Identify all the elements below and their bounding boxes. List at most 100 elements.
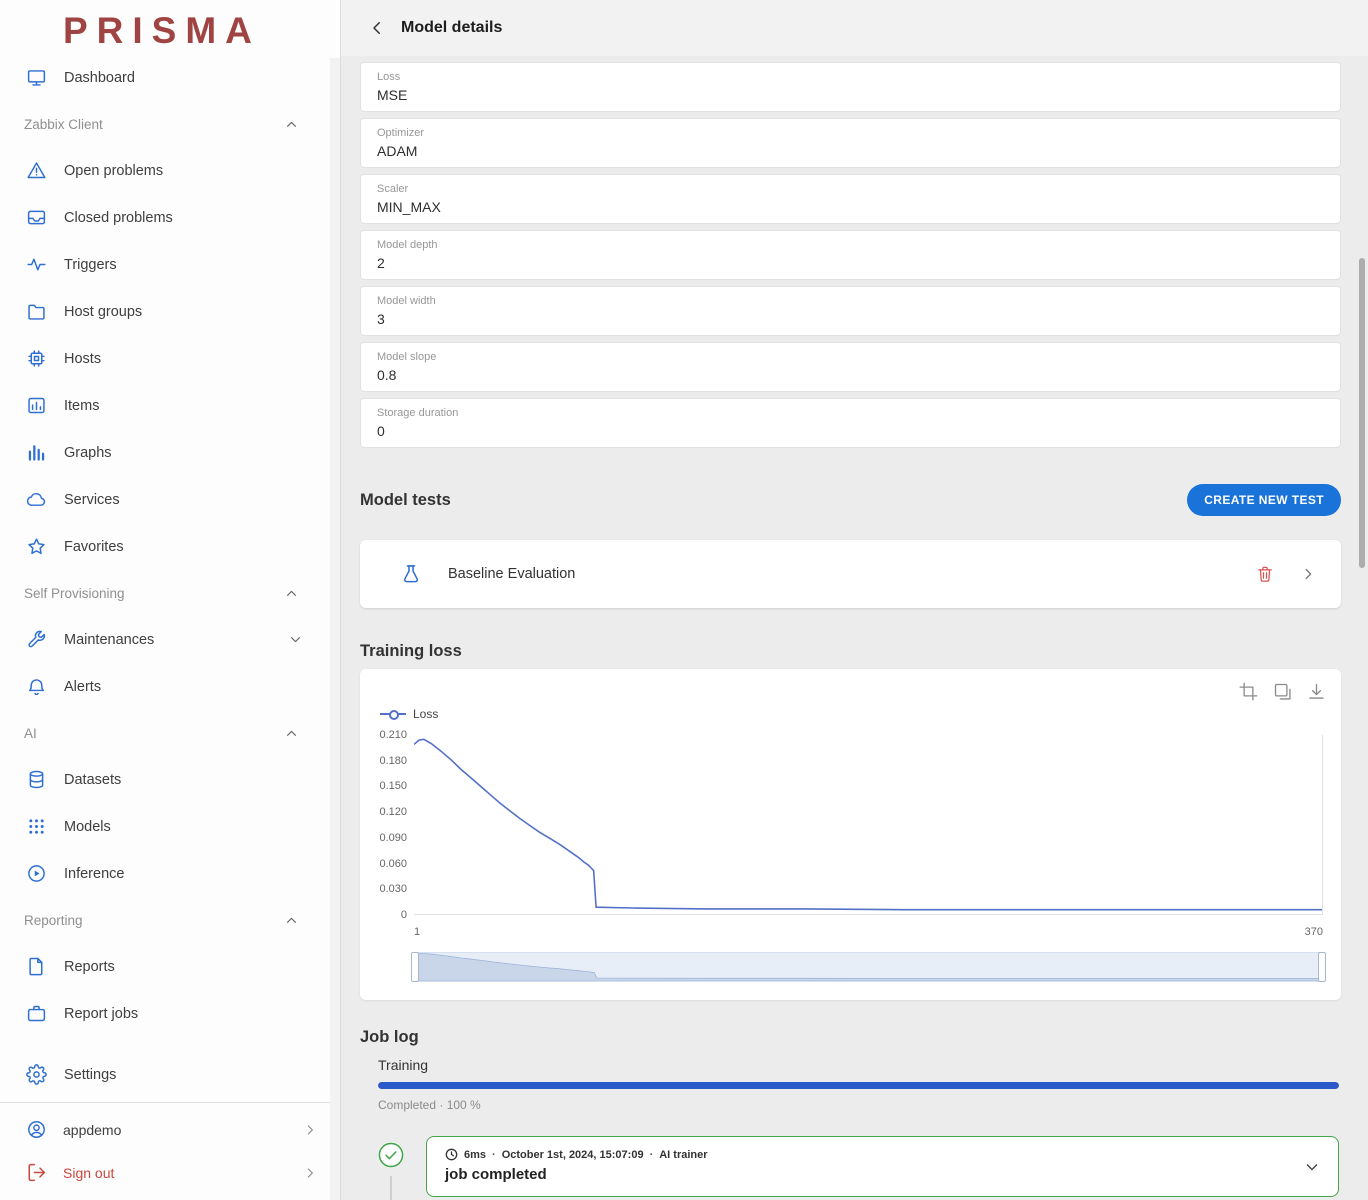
timeline-line bbox=[390, 1176, 392, 1200]
section-label: AI bbox=[24, 726, 37, 741]
loss-plot bbox=[414, 735, 1323, 915]
chart-toolbox bbox=[1238, 681, 1327, 702]
y-tick: 0.030 bbox=[378, 883, 407, 895]
log-entry-row: 6ms · October 1st, 2024, 15:07:09 · AI t… bbox=[378, 1136, 1339, 1197]
brush-handle-right[interactable] bbox=[1318, 952, 1326, 982]
sidebar-item-label: Graphs bbox=[64, 445, 112, 461]
document-icon bbox=[26, 956, 47, 977]
training-loss-heading: Training loss bbox=[360, 642, 1341, 661]
sidebar-item-report-jobs[interactable]: Report jobs bbox=[0, 990, 340, 1037]
gear-icon bbox=[26, 1064, 47, 1085]
sidebar-item-services[interactable]: Services bbox=[0, 476, 340, 523]
log-source: AI trainer bbox=[659, 1149, 707, 1161]
sidebar-scrollbar[interactable] bbox=[330, 58, 340, 1200]
sidebar-item-maintenances[interactable]: Maintenances bbox=[0, 616, 340, 663]
dot-grid-icon bbox=[26, 816, 47, 837]
sidebar-item-alerts[interactable]: Alerts bbox=[0, 663, 340, 710]
field-label: Model depth bbox=[377, 238, 1324, 252]
vertical-scrollbar bbox=[1355, 0, 1368, 1200]
job-log-heading: Job log bbox=[360, 1028, 1341, 1047]
chevron-right-icon bbox=[302, 1165, 318, 1181]
sidebar-item-closed-problems[interactable]: Closed problems bbox=[0, 194, 340, 241]
delete-test-button[interactable] bbox=[1255, 564, 1275, 584]
sidebar-section-zabbix-client[interactable]: Zabbix Client bbox=[0, 101, 340, 147]
sidebar-item-favorites[interactable]: Favorites bbox=[0, 523, 340, 570]
sidebar-section-reporting[interactable]: Reporting bbox=[0, 897, 340, 943]
sidebar-section-self-provisioning[interactable]: Self Provisioning bbox=[0, 570, 340, 616]
sign-out-button[interactable]: Sign out bbox=[0, 1151, 340, 1194]
download-icon[interactable] bbox=[1306, 681, 1327, 702]
sidebar-item-dashboard[interactable]: Dashboard bbox=[0, 54, 340, 101]
sidebar-section-ai[interactable]: AI bbox=[0, 710, 340, 756]
sidebar-item-models[interactable]: Models bbox=[0, 803, 340, 850]
job-name: Training bbox=[378, 1057, 1339, 1073]
sidebar-item-label: Favorites bbox=[64, 539, 124, 555]
create-new-test-button[interactable]: CREATE NEW TEST bbox=[1187, 484, 1341, 516]
y-tick: 0.210 bbox=[378, 729, 407, 741]
zoom-reset-icon[interactable] bbox=[1272, 681, 1293, 702]
sidebar-item-label: Inference bbox=[64, 866, 124, 882]
cpu-icon bbox=[26, 348, 47, 369]
field-label: Optimizer bbox=[377, 126, 1324, 140]
sidebar-item-inference[interactable]: Inference bbox=[0, 850, 340, 897]
sidebar-item-items[interactable]: Items bbox=[0, 382, 340, 429]
sidebar-item-reports[interactable]: Reports bbox=[0, 943, 340, 990]
sign-out-label: Sign out bbox=[63, 1165, 114, 1181]
sidebar-item-label: Closed problems bbox=[64, 210, 173, 226]
sidebar-item-triggers[interactable]: Triggers bbox=[0, 241, 340, 288]
model-tests-heading: Model tests bbox=[360, 491, 451, 510]
zoom-select-icon[interactable] bbox=[1238, 681, 1259, 702]
page-content: Loss MSE Optimizer ADAM Scaler MIN_MAX M… bbox=[341, 56, 1368, 1200]
account-name: appdemo bbox=[63, 1122, 121, 1138]
section-label: Zabbix Client bbox=[24, 117, 103, 132]
play-circle-icon bbox=[26, 863, 47, 884]
field-storage-duration: Storage duration 0 bbox=[360, 398, 1341, 448]
y-axis-ticks: 0.210 0.180 0.150 0.120 0.090 0.060 0.03… bbox=[378, 729, 414, 921]
sidebar: PRISMA Dashboard Zabbix Client Open prob… bbox=[0, 0, 341, 1200]
star-icon bbox=[26, 536, 47, 557]
back-button[interactable] bbox=[368, 19, 386, 37]
main-panel: Model details Loss MSE Optimizer ADAM Sc… bbox=[341, 0, 1368, 1200]
wrench-icon bbox=[26, 629, 47, 650]
sidebar-item-open-problems[interactable]: Open problems bbox=[0, 147, 340, 194]
field-label: Model width bbox=[377, 294, 1324, 308]
chart-legend[interactable]: Loss bbox=[380, 707, 1323, 721]
sidebar-item-settings[interactable]: Settings bbox=[0, 1051, 340, 1098]
test-name: Baseline Evaluation bbox=[448, 566, 575, 582]
field-value: 0 bbox=[377, 423, 1324, 439]
chevron-up-icon bbox=[283, 116, 300, 133]
sidebar-item-label: Dashboard bbox=[64, 70, 135, 86]
section-label: Reporting bbox=[24, 913, 83, 928]
open-test-chevron[interactable] bbox=[1299, 565, 1317, 583]
sidebar-item-datasets[interactable]: Datasets bbox=[0, 756, 340, 803]
bar-meter-icon bbox=[26, 395, 47, 416]
y-tick: 0.060 bbox=[378, 858, 407, 870]
field-model-depth: Model depth 2 bbox=[360, 230, 1341, 280]
section-label: Self Provisioning bbox=[24, 586, 125, 601]
database-icon bbox=[26, 769, 47, 790]
training-progress-fill bbox=[378, 1082, 1339, 1089]
field-value: MIN_MAX bbox=[377, 199, 1324, 215]
sidebar-item-label: Reports bbox=[64, 959, 115, 975]
test-list-item[interactable]: Baseline Evaluation bbox=[360, 540, 1341, 608]
log-entry-card[interactable]: 6ms · October 1st, 2024, 15:07:09 · AI t… bbox=[426, 1136, 1339, 1197]
account-icon bbox=[26, 1119, 47, 1140]
separator: · bbox=[650, 1149, 654, 1161]
brush-handle-left[interactable] bbox=[411, 952, 419, 982]
expand-log-chevron[interactable] bbox=[1302, 1157, 1322, 1177]
scrollbar-thumb[interactable] bbox=[1359, 258, 1365, 568]
account-button[interactable]: appdemo bbox=[0, 1108, 340, 1151]
model-tests-header: Model tests CREATE NEW TEST bbox=[360, 484, 1341, 516]
field-optimizer: Optimizer ADAM bbox=[360, 118, 1341, 168]
chevron-up-icon bbox=[283, 912, 300, 929]
sidebar-item-label: Datasets bbox=[64, 772, 121, 788]
sidebar-item-graphs[interactable]: Graphs bbox=[0, 429, 340, 476]
inbox-icon bbox=[26, 207, 47, 228]
sidebar-item-host-groups[interactable]: Host groups bbox=[0, 288, 340, 335]
field-value: 3 bbox=[377, 311, 1324, 327]
zoom-brush[interactable] bbox=[414, 952, 1323, 982]
sidebar-account-area: appdemo Sign out bbox=[0, 1102, 340, 1200]
model-details-form: Loss MSE Optimizer ADAM Scaler MIN_MAX M… bbox=[360, 62, 1341, 448]
sidebar-item-hosts[interactable]: Hosts bbox=[0, 335, 340, 382]
field-label: Storage duration bbox=[377, 406, 1324, 420]
